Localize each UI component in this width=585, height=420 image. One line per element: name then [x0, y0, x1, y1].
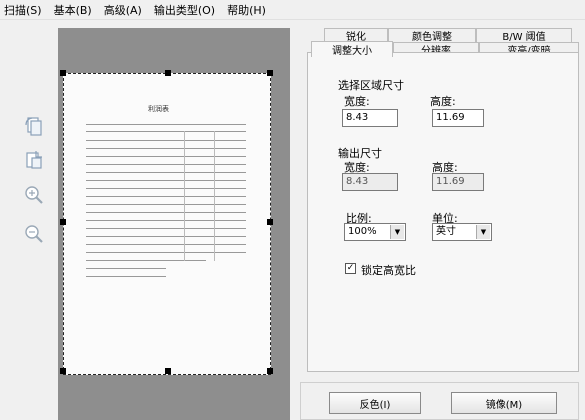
- menu-advanced[interactable]: 高级(A): [104, 2, 142, 18]
- menu-help[interactable]: 帮助(H): [227, 2, 266, 18]
- output-height-field: 11.69: [432, 173, 484, 191]
- scale-value: 100%: [348, 226, 377, 237]
- resize-handle[interactable]: [267, 368, 273, 374]
- chevron-down-icon: ▼: [390, 225, 404, 239]
- selection-area[interactable]: 利润表: [60, 70, 273, 375]
- resize-handle[interactable]: [165, 368, 171, 374]
- select-width-label: 宽度:: [344, 95, 370, 108]
- mirror-button[interactable]: 镜像(M): [451, 392, 557, 414]
- resize-handle[interactable]: [267, 70, 273, 76]
- document-title: 利润表: [148, 105, 169, 113]
- scanner-window: 扫描(S) 基本(B) 高级(A) 输出类型(O) 帮助(H) 利润表 锐化 颜…: [0, 0, 585, 420]
- resize-handle[interactable]: [60, 368, 66, 374]
- zoom-in-icon[interactable]: [22, 183, 46, 207]
- crop-page-icon[interactable]: [22, 148, 46, 172]
- lock-aspect-label: 锁定高宽比: [361, 264, 416, 277]
- select-width-input[interactable]: 8.43: [342, 109, 398, 127]
- tab-sharpen[interactable]: 锐化: [324, 28, 388, 43]
- select-height-label: 高度:: [430, 95, 456, 108]
- zoom-out-icon[interactable]: [22, 222, 46, 246]
- bottom-button-panel: 反色(I) 镜像(M): [300, 382, 579, 420]
- tab-resize[interactable]: 调整大小: [311, 41, 393, 57]
- resize-handle[interactable]: [267, 219, 273, 225]
- resize-handle[interactable]: [165, 70, 171, 76]
- resize-panel: 选择区域尺寸 宽度: 高度: 8.43 11.69 输出尺寸 宽度: 高度: 8…: [307, 52, 579, 372]
- scan-preview[interactable]: 利润表: [58, 28, 290, 420]
- menu-bar: 扫描(S) 基本(B) 高级(A) 输出类型(O) 帮助(H): [0, 0, 585, 20]
- menu-basic[interactable]: 基本(B): [54, 2, 92, 18]
- rotate-page-icon[interactable]: [22, 114, 46, 138]
- output-width-field: 8.43: [342, 173, 398, 191]
- select-height-input[interactable]: 11.69: [432, 109, 484, 127]
- scale-select[interactable]: 100% ▼: [344, 223, 406, 241]
- lock-aspect-checkbox[interactable]: ✓: [345, 263, 356, 274]
- unit-value: 英寸: [436, 226, 456, 237]
- tab-bw-threshold[interactable]: B/W 阈值: [476, 28, 572, 43]
- menu-scan[interactable]: 扫描(S): [4, 2, 42, 18]
- tab-color-adjust[interactable]: 颜色调整: [388, 28, 476, 43]
- invert-button[interactable]: 反色(I): [329, 392, 421, 414]
- resize-handle[interactable]: [60, 219, 66, 225]
- chevron-down-icon: ▼: [476, 225, 490, 239]
- select-area-label: 选择区域尺寸: [338, 79, 404, 92]
- resize-handle[interactable]: [60, 70, 66, 76]
- menu-output-type[interactable]: 输出类型(O): [154, 2, 215, 18]
- unit-select[interactable]: 英寸 ▼: [432, 223, 492, 241]
